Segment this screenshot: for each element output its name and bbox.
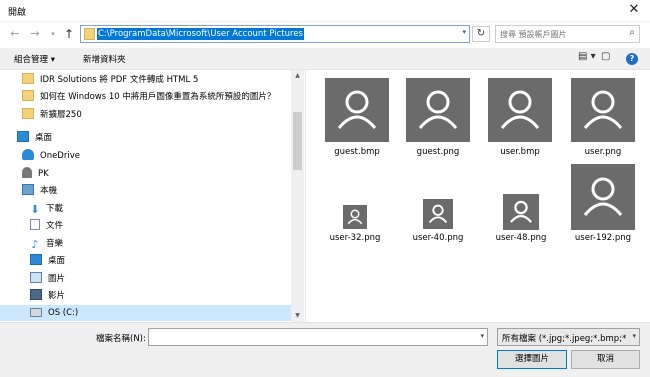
music-icon: ♪ <box>31 238 39 251</box>
sidebar-item-this-pc[interactable]: 本機 <box>22 183 57 199</box>
address-chevron-down-icon[interactable]: ▾ <box>462 28 466 36</box>
organize-menu-button[interactable]: 組合管理 ▾ <box>14 53 55 65</box>
folder-icon <box>22 108 34 119</box>
file-name[interactable]: user-40.png <box>393 233 483 243</box>
file-thumbnail-user-avatar-icon[interactable] <box>423 199 453 229</box>
file-name[interactable]: guest.png <box>393 147 483 157</box>
dialog-footer: 檔案名稱(N): ▾ 所有檔案 (*.jpg;*.jpeg;*.bmp;* ▾ … <box>0 322 650 377</box>
open-button[interactable]: 選擇圖片 <box>497 350 567 369</box>
folder-icon <box>84 28 95 40</box>
pictures-icon <box>30 272 42 283</box>
back-arrow-icon[interactable]: ← <box>8 27 22 41</box>
scroll-down-icon[interactable]: ▼ <box>291 310 304 322</box>
sidebar-item-user-pk[interactable]: PK <box>22 166 49 182</box>
sidebar-item-desktop[interactable]: 桌面 <box>17 130 52 146</box>
refresh-icon[interactable]: ↻ <box>472 26 490 42</box>
this-pc-icon <box>22 184 34 195</box>
sidebar-item-documents[interactable]: 文件 <box>30 218 63 234</box>
file-thumbnail-user-avatar-icon[interactable] <box>571 78 635 142</box>
file-thumbnail-user-avatar-icon[interactable] <box>571 164 635 230</box>
search-input[interactable] <box>500 28 620 40</box>
desktop-icon <box>17 131 29 142</box>
file-thumbnail-user-avatar-icon[interactable] <box>343 205 367 229</box>
file-thumbnail-user-avatar-icon[interactable] <box>488 78 552 142</box>
file-name[interactable]: user-48.png <box>476 233 566 243</box>
sidebar-item-music[interactable]: ♪ 音樂 <box>30 236 63 252</box>
up-arrow-icon[interactable]: ↑ <box>62 27 76 41</box>
title-bar: 開啟 ✕ <box>0 0 650 22</box>
onedrive-icon <box>22 149 34 160</box>
sidebar-item-pictures[interactable]: 圖片 <box>30 271 65 287</box>
downloads-icon: ⬇ <box>30 203 40 216</box>
sidebar-item-label: 文件 <box>46 221 64 231</box>
drive-icon <box>30 308 42 317</box>
file-name[interactable]: user.bmp <box>475 147 565 157</box>
sidebar-item-label: 如何在 Windows 10 中將用戶圖像重置為系統所預設的圖片？ <box>40 92 276 102</box>
close-icon[interactable]: ✕ <box>626 2 642 18</box>
scroll-thumb[interactable] <box>293 112 302 170</box>
folder-icon <box>22 90 34 101</box>
file-thumbnail-user-avatar-icon[interactable] <box>503 194 539 230</box>
sidebar-item-downloads[interactable]: ⬇ 下載 <box>30 201 63 217</box>
scroll-up-icon[interactable]: ▲ <box>291 70 304 82</box>
sidebar-item-idr-solutions[interactable]: IDR Solutions 將 PDF 文件轉成 HTML 5 <box>22 72 198 88</box>
navigation-scrollbar[interactable]: ▲ ▼ <box>291 70 304 322</box>
help-icon[interactable]: ? <box>626 53 638 65</box>
view-options-icon[interactable]: ▤ ▾ <box>578 51 596 62</box>
sidebar-item-label: IDR Solutions 將 PDF 文件轉成 HTML 5 <box>40 75 199 85</box>
file-thumbnail-user-avatar-icon[interactable] <box>325 78 389 142</box>
sidebar-item-os-c[interactable]: OS (C:) <box>0 305 291 321</box>
sidebar-item-label: 圖片 <box>48 274 66 284</box>
file-type-chevron-down-icon[interactable]: ▾ <box>632 332 636 340</box>
file-type-select[interactable]: 所有檔案 (*.jpg;*.jpeg;*.bmp;* ▾ <box>497 328 640 346</box>
sidebar-item-reset-user-image[interactable]: 如何在 Windows 10 中將用戶圖像重置為系統所預設的圖片？ <box>22 89 275 105</box>
file-name[interactable]: user-192.png <box>558 233 648 243</box>
cancel-button[interactable]: 取消 <box>571 350 640 369</box>
file-name[interactable]: guest.bmp <box>312 147 402 157</box>
address-path-text[interactable]: C:\ProgramData\Microsoft\User Account Pi… <box>97 28 304 40</box>
file-thumbnail-user-avatar-icon[interactable] <box>406 78 470 142</box>
window-title: 開啟 <box>8 8 27 18</box>
sidebar-item-label: OS (C:) <box>48 308 79 318</box>
sidebar-item-onedrive[interactable]: OneDrive <box>22 148 80 164</box>
documents-icon <box>30 219 40 230</box>
desktop-icon <box>30 254 42 265</box>
address-bar-row: ← → ▾ ↑ C:\ProgramData\Microsoft\User Ac… <box>0 22 650 48</box>
sidebar-item-label: 本機 <box>40 186 58 196</box>
navigation-pane: IDR Solutions 將 PDF 文件轉成 HTML 5 如何在 Wind… <box>0 70 304 322</box>
preview-pane-icon[interactable]: ▢ <box>601 51 610 62</box>
sidebar-item-label: PK <box>38 169 49 179</box>
sidebar-item-label: OneDrive <box>40 151 80 161</box>
forward-arrow-icon[interactable]: → <box>28 27 42 41</box>
sidebar-item-label: 桌面 <box>48 256 66 266</box>
sidebar-item-videos[interactable]: 影片 <box>30 288 65 304</box>
file-name[interactable]: user-32.png <box>310 233 400 243</box>
new-folder-button[interactable]: 新增資料夾 <box>83 53 126 65</box>
search-icon[interactable]: ⌕ <box>629 27 635 38</box>
sidebar-item-label: 新擴層250 <box>40 110 82 120</box>
sidebar-item-label: 下載 <box>46 204 64 214</box>
command-toolbar: 組合管理 ▾ 新增資料夾 ▤ ▾ ▢ ? <box>0 48 650 70</box>
user-icon <box>22 167 32 178</box>
file-list-pane: guest.bmp guest.png user.bmp user.png us… <box>305 70 650 322</box>
file-name[interactable]: user.png <box>558 147 648 157</box>
search-box[interactable]: ⌕ <box>495 25 640 43</box>
filename-field[interactable]: ▾ <box>148 328 488 346</box>
filename-label: 檔案名稱(N): <box>96 334 146 344</box>
address-input[interactable]: C:\ProgramData\Microsoft\User Account Pi… <box>80 25 470 43</box>
videos-icon <box>30 289 42 300</box>
sidebar-item-label: 桌面 <box>35 133 53 143</box>
folder-icon <box>22 73 34 84</box>
sidebar-item-label: 影片 <box>48 291 66 301</box>
sidebar-item-desktop-2[interactable]: 桌面 <box>30 253 65 269</box>
sidebar-item-new-layer[interactable]: 新擴層250 <box>22 107 82 123</box>
sidebar-item-label: 音樂 <box>46 239 64 249</box>
filename-chevron-down-icon[interactable]: ▾ <box>480 332 484 340</box>
recent-locations-chevron-down-icon[interactable]: ▾ <box>46 27 60 41</box>
file-type-selected[interactable]: 所有檔案 (*.jpg;*.jpeg;*.bmp;* <box>502 332 626 344</box>
